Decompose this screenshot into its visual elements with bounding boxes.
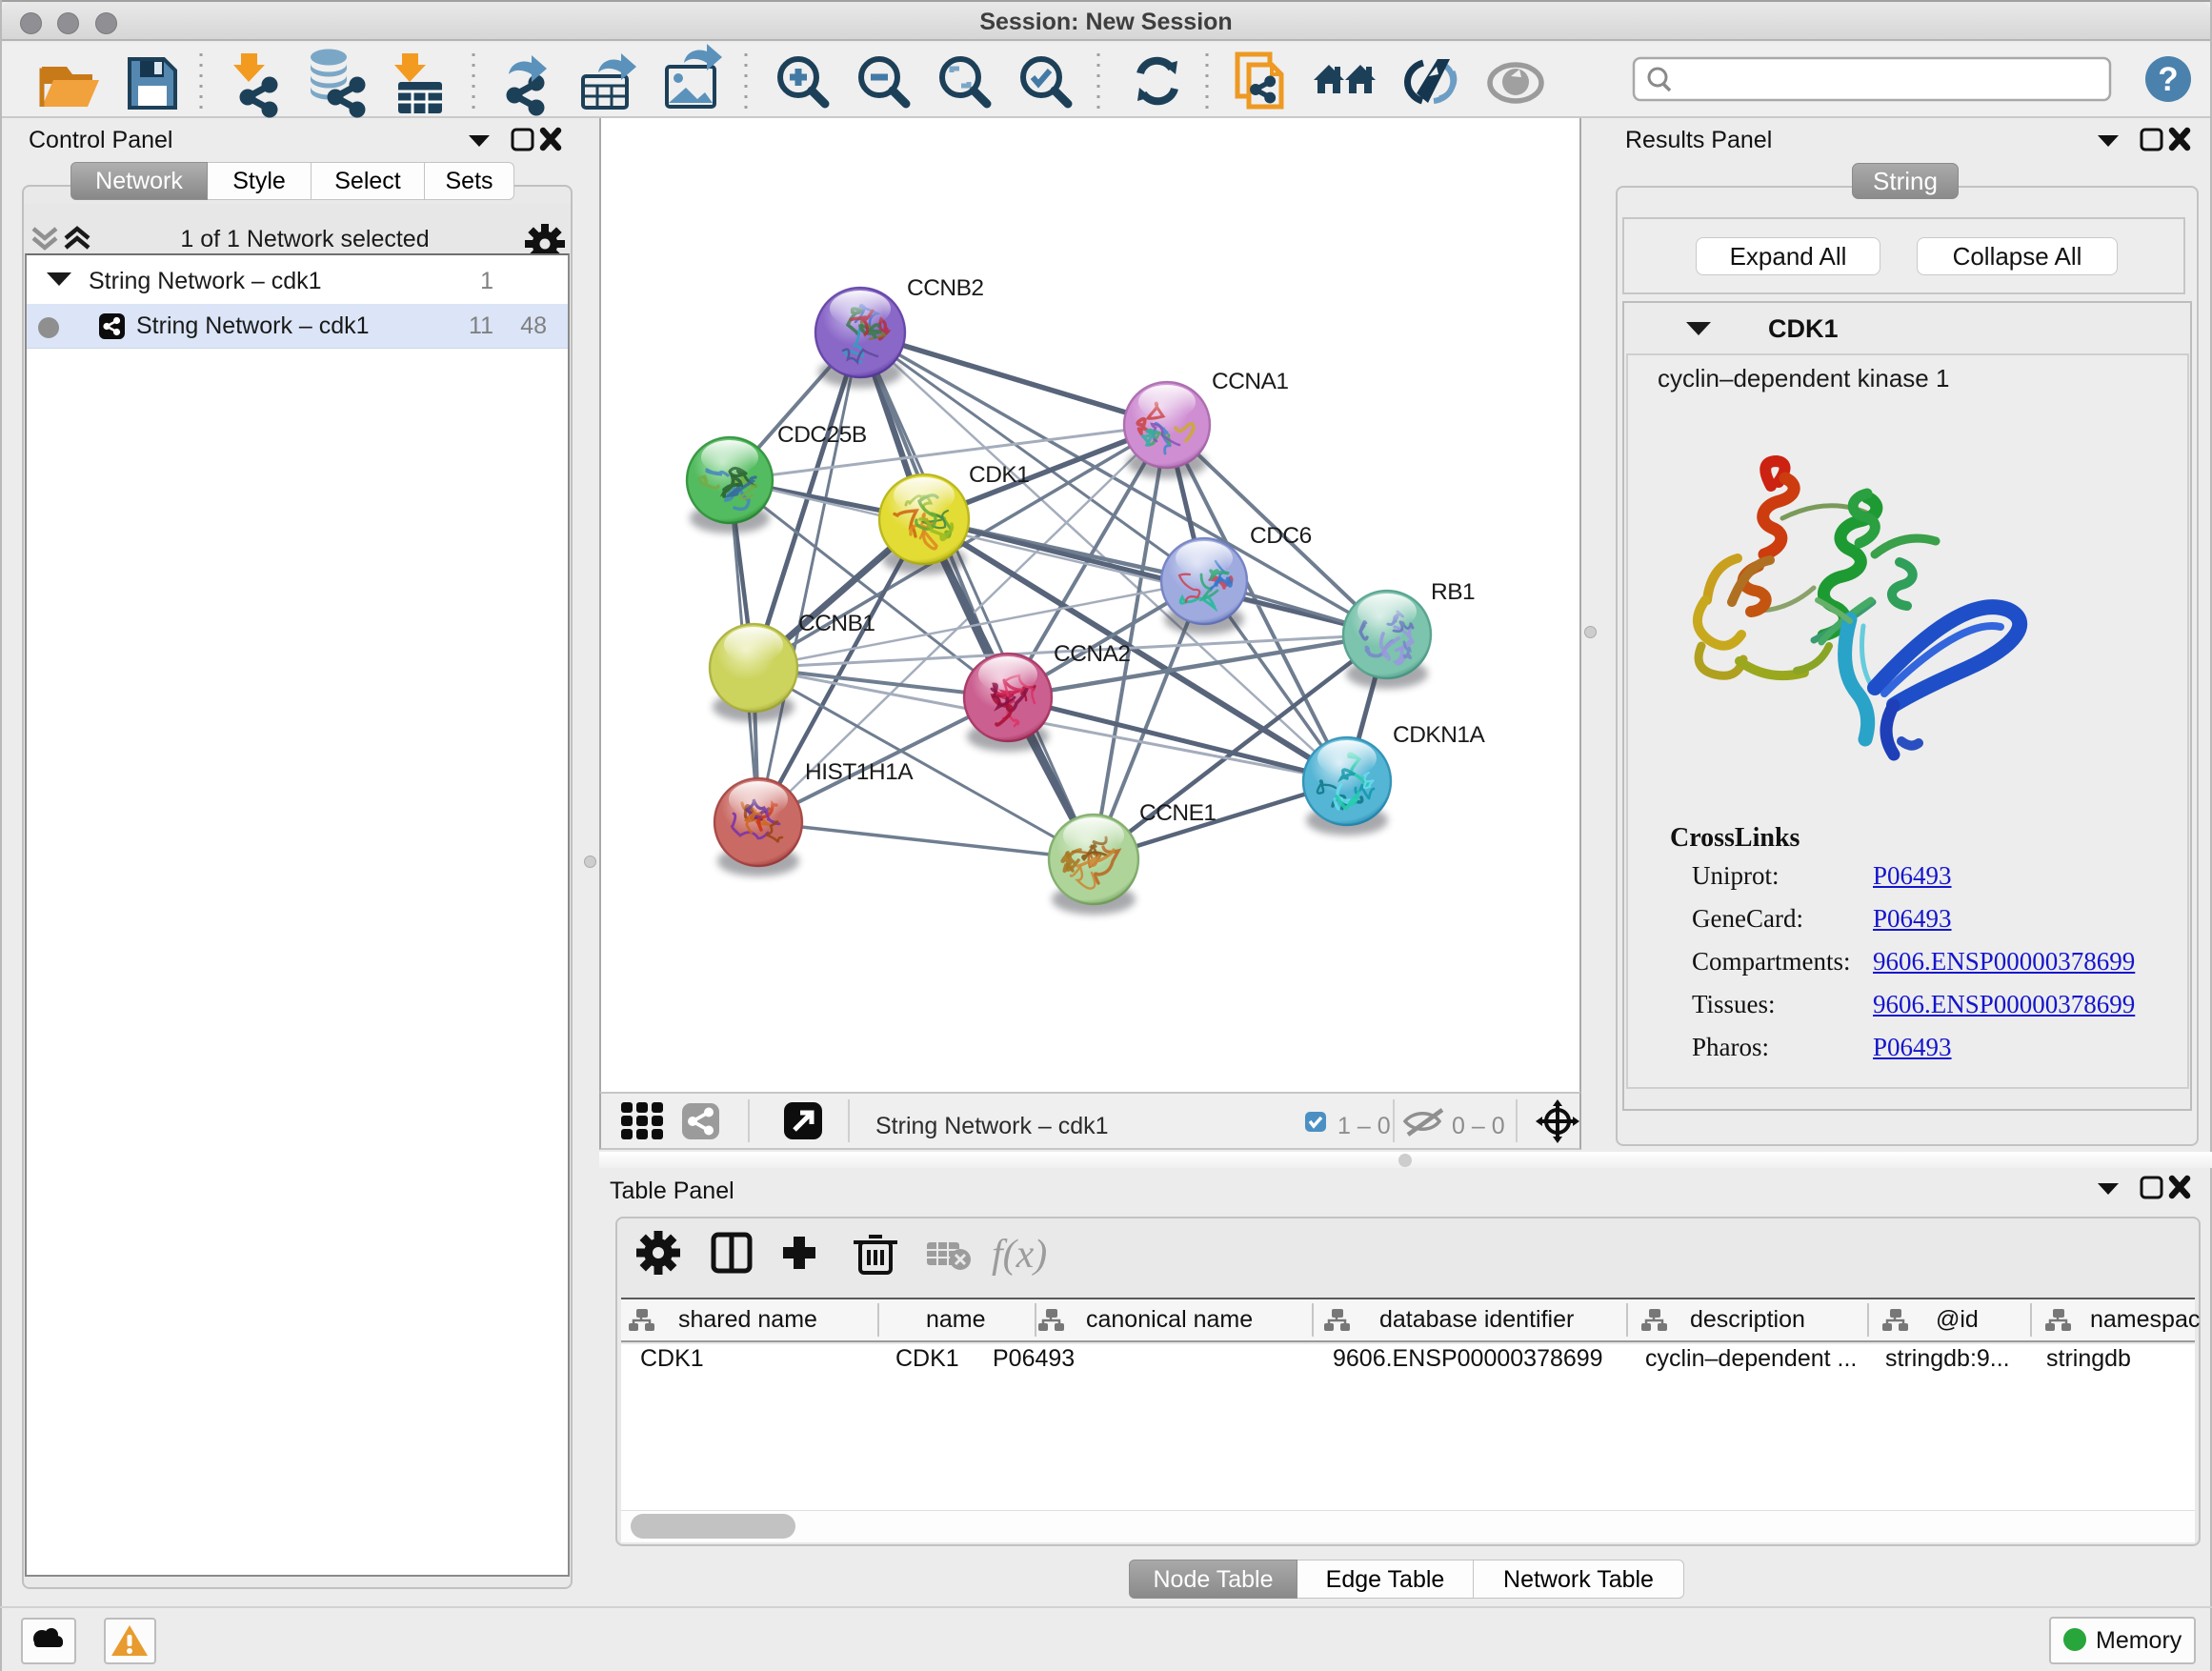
svg-text:CDK1: CDK1 <box>969 462 1029 488</box>
svg-text:HIST1H1A: HIST1H1A <box>805 759 914 785</box>
svg-text:CDC25B: CDC25B <box>777 422 867 448</box>
svg-text:CCNE1: CCNE1 <box>1139 800 1217 826</box>
svg-text:CCNB1: CCNB1 <box>798 611 875 636</box>
svg-text:?: ? <box>2158 61 2178 98</box>
svg-text:CCNA2: CCNA2 <box>1054 641 1131 667</box>
svg-text:f(x): f(x) <box>992 1233 1047 1277</box>
svg-text:RB1: RB1 <box>1431 579 1475 605</box>
svg-text:CDC6: CDC6 <box>1250 523 1312 549</box>
svg-text:CDKN1A: CDKN1A <box>1393 722 1486 748</box>
svg-text:CCNA1: CCNA1 <box>1212 369 1289 394</box>
svg-text:CCNB2: CCNB2 <box>907 275 984 301</box>
